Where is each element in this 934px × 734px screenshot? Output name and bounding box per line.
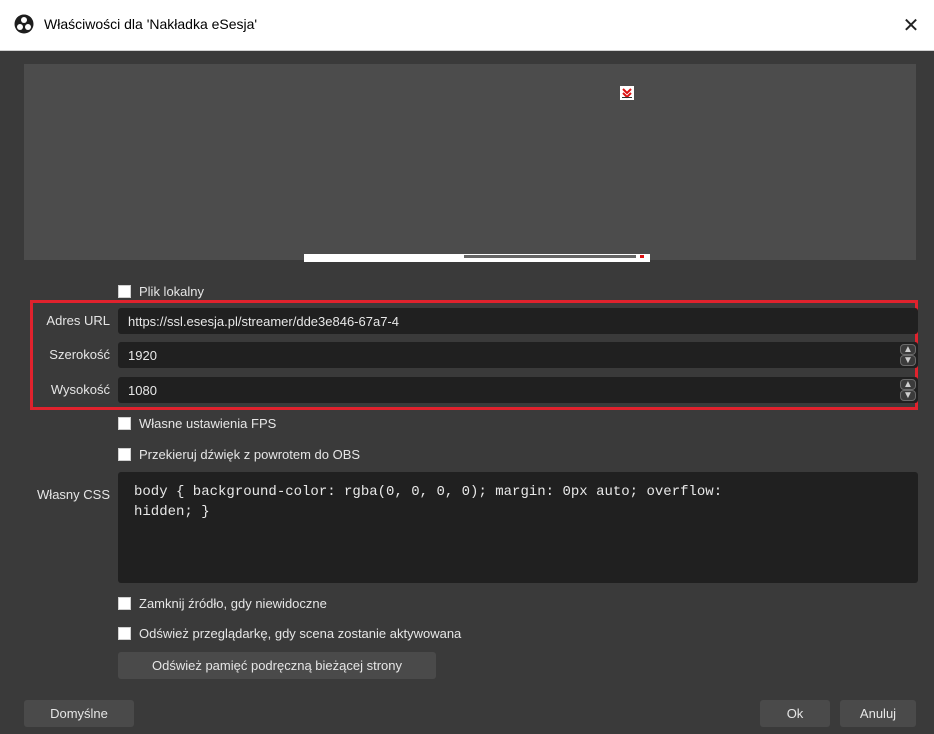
refresh-on-active-row[interactable]: Odśwież przeglądarkę, gdy scena zostanie… (118, 624, 461, 642)
shutdown-checkbox[interactable] (118, 596, 131, 610)
refresh-cache-button[interactable]: Odśwież pamięć podręczną bieżącej strony (118, 652, 436, 679)
ok-button[interactable]: Ok (760, 700, 830, 727)
local-file-row[interactable]: Plik lokalny (118, 282, 204, 300)
css-label: Własny CSS (37, 487, 110, 502)
width-spin-buttons[interactable]: ▲ ▼ (900, 344, 916, 366)
url-input[interactable]: https://ssl.esesja.pl/streamer/dde3e846-… (118, 308, 918, 334)
spin-up-icon[interactable]: ▲ (900, 344, 916, 355)
preview-ticker-mark (640, 255, 644, 258)
preview-ticker-text (464, 255, 636, 258)
custom-css-textarea[interactable]: body { background-color: rgba(0, 0, 0, 0… (118, 472, 918, 583)
title-bar: Właściwości dla 'Nakładka eSesja' ✕ (0, 0, 934, 51)
spin-up-icon[interactable]: ▲ (900, 379, 916, 390)
url-label: Adres URL (46, 313, 110, 328)
refresh-on-active-checkbox[interactable] (118, 626, 131, 640)
spin-down-icon[interactable]: ▼ (900, 355, 916, 366)
custom-fps-checkbox[interactable] (118, 416, 131, 430)
local-file-label: Plik lokalny (139, 283, 205, 299)
spin-down-icon[interactable]: ▼ (900, 390, 916, 401)
browser-preview (24, 64, 916, 262)
route-audio-label: Przekieruj dźwięk z powrotem do OBS (139, 446, 361, 462)
close-icon[interactable]: ✕ (888, 0, 934, 50)
height-spin-buttons[interactable]: ▲ ▼ (900, 379, 916, 401)
height-label: Wysokość (50, 382, 110, 397)
local-file-checkbox[interactable] (118, 284, 131, 298)
dialog-content: Plik lokalny Adres URL https://ssl.esesj… (0, 51, 934, 734)
defaults-button[interactable]: Domyślne (24, 700, 134, 727)
width-spinbox[interactable]: 1920 ▲ ▼ (118, 342, 918, 368)
height-spinbox[interactable]: 1080 ▲ ▼ (118, 377, 918, 403)
cancel-button[interactable]: Anuluj (840, 700, 916, 727)
obs-logo-icon (14, 14, 34, 34)
window-title: Właściwości dla 'Nakładka eSesja' (44, 16, 258, 32)
custom-fps-row[interactable]: Własne ustawienia FPS (118, 414, 276, 432)
width-value: 1920 (128, 347, 157, 363)
width-label: Szerokość (49, 347, 110, 362)
properties-dialog: Właściwości dla 'Nakładka eSesja' ✕ Plik… (0, 0, 934, 734)
preview-logo-icon (620, 86, 634, 100)
height-value: 1080 (128, 382, 157, 398)
route-audio-row[interactable]: Przekieruj dźwięk z powrotem do OBS (118, 445, 360, 463)
preview-ticker-strip (304, 254, 650, 262)
refresh-on-active-label: Odśwież przeglądarkę, gdy scena zostanie… (139, 625, 462, 641)
shutdown-row[interactable]: Zamknij źródło, gdy niewidoczne (118, 594, 327, 612)
route-audio-checkbox[interactable] (118, 447, 131, 461)
shutdown-label: Zamknij źródło, gdy niewidoczne (139, 595, 327, 611)
custom-fps-label: Własne ustawienia FPS (139, 415, 277, 431)
